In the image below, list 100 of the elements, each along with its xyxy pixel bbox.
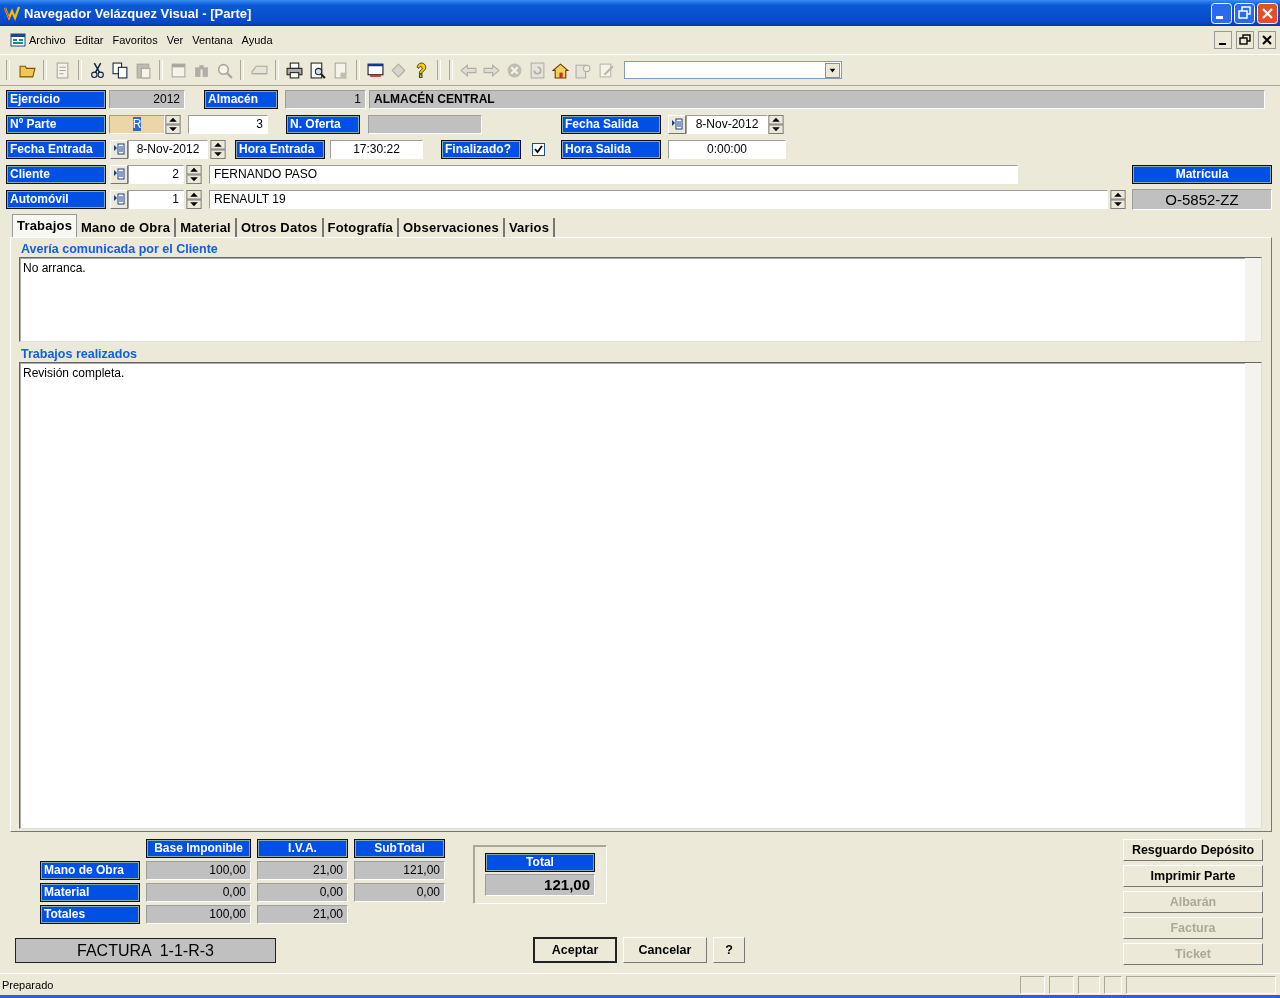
field-label: Hora Salida — [561, 139, 661, 159]
lookup-button[interactable] — [110, 164, 128, 184]
amount-field: 0,00 — [354, 883, 445, 902]
spin-button[interactable] — [165, 114, 181, 134]
lookup-button[interactable] — [110, 189, 128, 209]
year-field: 2012 — [109, 89, 185, 109]
client-name-field[interactable]: FERNANDO PASO — [209, 164, 1018, 184]
amount-field: 100,00 — [146, 861, 251, 880]
invoice-reference: FACTURA 1-1-R-3 — [15, 937, 276, 963]
field-label: Almacén — [204, 89, 278, 109]
total-label: Total — [485, 853, 595, 872]
scrollbar[interactable] — [1245, 363, 1261, 828]
restore-icon[interactable] — [1236, 31, 1254, 49]
field-label: Cliente — [6, 164, 106, 184]
text-area[interactable]: Revisión completa. — [19, 362, 1262, 829]
app-icon — [4, 5, 20, 21]
menu-item[interactable]: Archivo — [29, 34, 66, 46]
list-icon — [113, 193, 125, 205]
tab[interactable]: Observaciones — [399, 218, 505, 237]
lookup-button[interactable] — [668, 114, 686, 134]
action-button[interactable]: Resguardo Depósito — [1123, 839, 1263, 861]
vehicle-code-field[interactable]: 1 — [128, 189, 184, 209]
spin-button[interactable] — [210, 139, 226, 159]
series-field[interactable]: R — [109, 114, 165, 134]
status-panel — [1049, 975, 1074, 994]
status-panel — [1078, 975, 1100, 994]
field-label: Automóvil — [6, 189, 106, 209]
copy-icon[interactable] — [112, 61, 129, 79]
amount-field: 0,00 — [257, 883, 348, 902]
home-icon[interactable] — [552, 61, 569, 79]
field-label: Hora Entrada — [235, 139, 325, 159]
row-header: Mano de Obra — [40, 861, 140, 880]
printer-icon[interactable] — [286, 61, 303, 79]
spin-button[interactable] — [1110, 189, 1126, 209]
field-label: Fecha Salida — [561, 114, 661, 134]
field-label: Matrícula — [1132, 164, 1272, 184]
spin-button[interactable] — [768, 114, 784, 134]
client-code-field[interactable]: 2 — [128, 164, 184, 184]
scissors-icon[interactable] — [89, 61, 106, 79]
amount-field: 121,00 — [354, 861, 445, 880]
amount-field: 21,00 — [257, 861, 348, 880]
text-area[interactable]: No arranca. — [19, 257, 1262, 342]
row-header: Totales — [40, 905, 140, 924]
status-text: Preparado — [2, 978, 54, 991]
tab[interactable]: Otros Datos — [236, 218, 324, 237]
tab[interactable]: Mano de Obra — [77, 218, 177, 237]
exit-time-field[interactable]: 0:00:00 — [668, 139, 786, 159]
list-icon — [113, 143, 125, 155]
field-label: Finalizado? — [441, 139, 521, 159]
tab[interactable]: Material — [176, 218, 237, 237]
scrollbar[interactable] — [1245, 258, 1261, 341]
amount-field: 21,00 — [257, 905, 348, 924]
tab[interactable]: Fotografía — [323, 218, 400, 237]
window-title: Navegador Velázquez Visual - [Parte] — [24, 5, 252, 21]
entry-date-field[interactable]: 8-Nov-2012 — [128, 139, 208, 159]
list-icon — [671, 118, 683, 130]
dialog-button[interactable]: Cancelar — [623, 937, 707, 963]
column-header: Base Imponible — [146, 839, 251, 858]
tab[interactable]: Trabajos — [12, 214, 78, 237]
list-icon — [113, 168, 125, 180]
field-label: Nº Parte — [6, 114, 106, 134]
vehicle-name-field[interactable]: RENAULT 19 — [209, 189, 1108, 209]
dialog-button[interactable]: Aceptar — [533, 937, 617, 963]
field-label: Fecha Entrada — [6, 139, 106, 159]
action-button[interactable]: Imprimir Parte — [1123, 865, 1263, 887]
status-panel — [1104, 975, 1122, 994]
address-combo[interactable] — [624, 61, 842, 79]
warehouse-code-field: 1 — [285, 89, 366, 109]
minimize-icon[interactable] — [1214, 31, 1232, 49]
column-header: I.V.A. — [257, 839, 348, 858]
spin-button[interactable] — [186, 189, 202, 209]
exit-date-field[interactable]: 8-Nov-2012 — [686, 114, 768, 134]
part-number-field[interactable]: 3 — [188, 114, 268, 134]
amount-field: 100,00 — [146, 905, 251, 924]
close-icon[interactable] — [1258, 31, 1276, 49]
tab[interactable]: Varios — [504, 218, 556, 237]
amount-field: 0,00 — [146, 883, 251, 902]
text-area-value: Revisión completa. — [23, 366, 125, 380]
monitor-icon[interactable] — [367, 61, 384, 79]
form-icon — [10, 32, 26, 48]
field-label: N. Oferta — [286, 114, 360, 134]
row-header: Material — [40, 883, 140, 902]
text-area-value: No arranca. — [23, 261, 86, 275]
menu-item[interactable]: Ver — [166, 34, 184, 46]
print-preview-icon[interactable] — [309, 61, 326, 79]
field-label: Ejercicio — [6, 89, 106, 109]
spin-button[interactable] — [186, 164, 202, 184]
menu-item[interactable]: Ventana — [192, 34, 233, 46]
menu-item[interactable]: Ayuda — [241, 34, 273, 46]
column-header: SubTotal — [354, 839, 445, 858]
menu-item[interactable]: Favoritos — [112, 34, 158, 46]
dialog-button[interactable]: ? — [713, 937, 745, 963]
lookup-button[interactable] — [110, 139, 128, 159]
entry-time-field[interactable]: 17:30:22 — [330, 139, 423, 159]
status-panel — [1020, 975, 1045, 994]
checkbox[interactable] — [532, 142, 545, 156]
menu-item[interactable]: Editar — [74, 34, 104, 46]
section-label: Trabajos realizados — [21, 346, 138, 362]
warehouse-name-field: ALMACÉN CENTRAL — [369, 89, 1265, 109]
plate-field: O-5852-ZZ — [1132, 188, 1272, 210]
